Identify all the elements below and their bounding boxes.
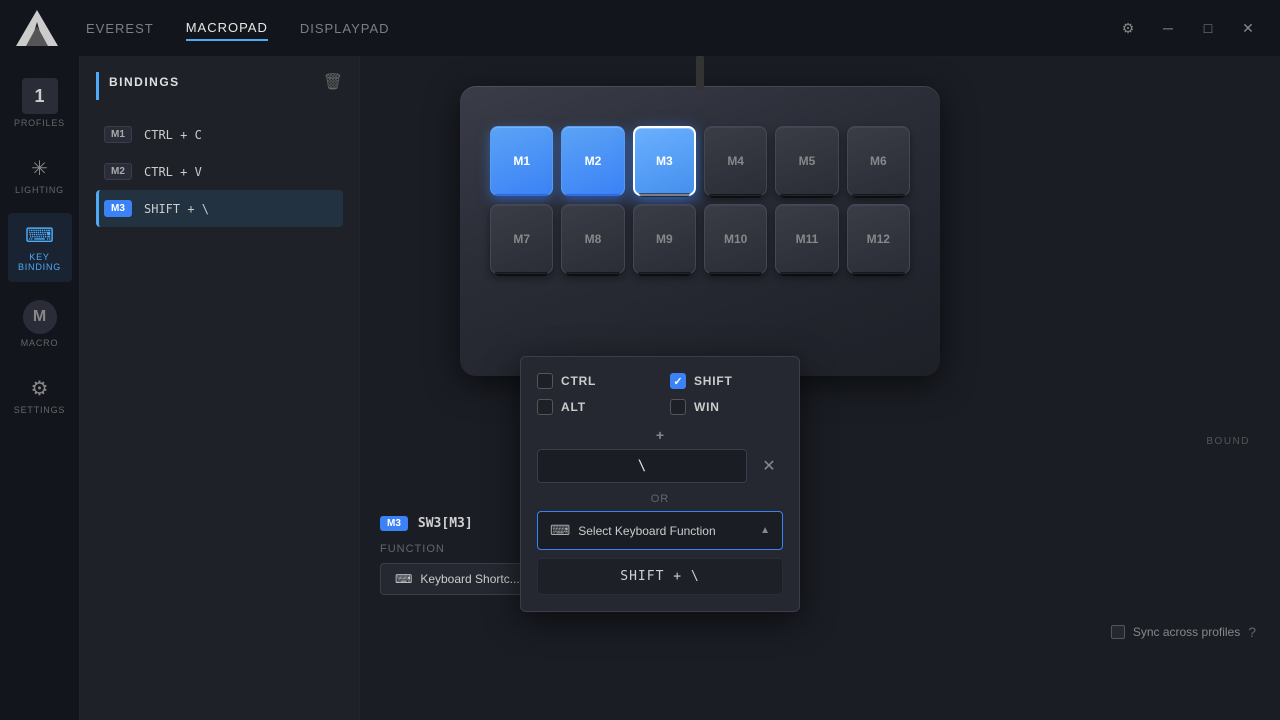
macro-key-m1[interactable]: M1	[490, 126, 553, 196]
nav-macropad[interactable]: MACROPAD	[186, 16, 268, 41]
macro-key-m6[interactable]: M6	[847, 126, 910, 196]
macro-key-m9[interactable]: M9	[633, 204, 696, 274]
select-keyboard-button[interactable]: ⌨ Select Keyboard Function ▲	[537, 511, 783, 550]
main-layout: 1 PROFILES ✳ LIGHTING ⌨ KEY BINDING M MA…	[0, 56, 1280, 720]
binding-item-m2[interactable]: M2 CTRL + V	[96, 153, 343, 190]
sidebar-label-key-binding: KEY BINDING	[14, 252, 66, 272]
sidebar: 1 PROFILES ✳ LIGHTING ⌨ KEY BINDING M MA…	[0, 56, 80, 720]
macro-key-m5[interactable]: M5	[775, 126, 838, 196]
sidebar-label-settings: SETTINGS	[14, 405, 65, 415]
bound-label: BOUND	[1206, 436, 1250, 447]
binding-value-m1: CTRL + C	[144, 128, 202, 142]
sidebar-label-macro: MACRO	[21, 338, 59, 348]
titlebar-nav: EVEREST MACROPAD DISPLAYPAD	[86, 16, 1112, 41]
sidebar-item-lighting[interactable]: ✳ LIGHTING	[8, 146, 72, 205]
macro-key-m11[interactable]: M11	[775, 204, 838, 274]
sidebar-item-macro[interactable]: M MACRO	[8, 290, 72, 358]
macropad-body: M1 M2 M3 M4 M5 M6 M7 M8 M9 M10 M11 M12	[460, 86, 940, 376]
bindings-title: BINDINGS	[109, 75, 180, 89]
modifier-shift[interactable]: SHIFT	[670, 373, 783, 389]
win-label: WIN	[694, 400, 720, 414]
clear-key-button[interactable]: ✕	[755, 452, 783, 480]
modifier-popup: CTRL SHIFT ALT WIN +	[520, 356, 800, 612]
binding-value-m2: CTRL + V	[144, 165, 202, 179]
shift-label: SHIFT	[694, 374, 733, 388]
key-input-row: \ ✕	[537, 449, 783, 483]
nav-displaypad[interactable]: DISPLAYPAD	[300, 17, 390, 40]
key-badge: M3	[380, 516, 408, 531]
sync-label: Sync across profiles	[1133, 625, 1240, 639]
minimize-button[interactable]: ─	[1152, 12, 1184, 44]
sidebar-item-profiles[interactable]: 1 PROFILES	[8, 68, 72, 138]
binding-key-m2: M2	[104, 163, 132, 180]
plus-divider: +	[537, 427, 783, 443]
modifier-alt[interactable]: ALT	[537, 399, 650, 415]
sw-label: SW3[M3]	[418, 516, 473, 531]
titlebar: EVEREST MACROPAD DISPLAYPAD ⚙ ─ □ ✕	[0, 0, 1280, 56]
macro-key-m4[interactable]: M4	[704, 126, 767, 196]
binding-item-m1[interactable]: M1 CTRL + C	[96, 116, 343, 153]
or-divider: OR	[537, 493, 783, 505]
function-label: FUNCTION	[380, 543, 1260, 555]
window-controls: ⚙ ─ □ ✕	[1112, 12, 1264, 44]
modifier-ctrl[interactable]: CTRL	[537, 373, 650, 389]
sidebar-item-key-binding[interactable]: ⌨ KEY BINDING	[8, 213, 72, 282]
function-dropdown-icon: ⌨	[395, 572, 412, 586]
sidebar-label-lighting: LIGHTING	[15, 185, 64, 195]
modifier-row: CTRL SHIFT ALT WIN	[537, 373, 783, 415]
sync-info-icon[interactable]: ?	[1248, 624, 1256, 640]
sidebar-label-profiles: PROFILES	[14, 118, 65, 128]
ctrl-label: CTRL	[561, 374, 596, 388]
sidebar-item-settings[interactable]: ⚙ SETTINGS	[8, 366, 72, 425]
alt-checkbox[interactable]	[537, 399, 553, 415]
profile-number: 1	[22, 78, 58, 114]
win-checkbox[interactable]	[670, 399, 686, 415]
binding-key-m3: M3	[104, 200, 132, 217]
settings-button[interactable]: ⚙	[1112, 12, 1144, 44]
lighting-icon: ✳	[31, 156, 48, 181]
bottom-panel: M3 SW3[M3] FUNCTION ⌨ Keyboard Shortc...…	[360, 500, 1280, 720]
sync-checkbox[interactable]	[1111, 625, 1125, 639]
maximize-button[interactable]: □	[1192, 12, 1224, 44]
keyboard-function-icon: ⌨	[550, 522, 570, 539]
bindings-header: BINDINGS 🗑	[96, 72, 343, 100]
close-button[interactable]: ✕	[1232, 12, 1264, 44]
macro-key-m7[interactable]: M7	[490, 204, 553, 274]
bindings-panel: BINDINGS 🗑 M1 CTRL + C M2 CTRL + V M3 SH…	[80, 56, 360, 720]
keyboard-dropdown-arrow: ▲	[760, 525, 770, 536]
content-area: M1 M2 M3 M4 M5 M6 M7 M8 M9 M10 M11 M12 B…	[360, 56, 1280, 720]
modifier-win[interactable]: WIN	[670, 399, 783, 415]
settings-icon: ⚙	[31, 376, 49, 401]
macro-key-m12[interactable]: M12	[847, 204, 910, 274]
sync-row: Sync across profiles ?	[1111, 624, 1256, 640]
macro-key-m8[interactable]: M8	[561, 204, 624, 274]
macro-icon: M	[23, 300, 57, 334]
key-info-row: M3 SW3[M3]	[380, 516, 1260, 531]
macro-key-m10[interactable]: M10	[704, 204, 767, 274]
delete-button[interactable]: 🗑	[323, 72, 343, 92]
result-display: SHIFT + \	[537, 558, 783, 595]
nav-everest[interactable]: EVEREST	[86, 17, 154, 40]
keyboard-icon: ⌨	[25, 223, 54, 248]
key-input-field[interactable]: \	[537, 449, 747, 483]
shift-checkbox[interactable]	[670, 373, 686, 389]
macro-key-m3[interactable]: M3	[633, 126, 696, 196]
binding-item-m3[interactable]: M3 SHIFT + \	[96, 190, 343, 227]
select-keyboard-label: Select Keyboard Function	[578, 524, 752, 538]
ctrl-checkbox[interactable]	[537, 373, 553, 389]
macro-key-m2[interactable]: M2	[561, 126, 624, 196]
key-grid: M1 M2 M3 M4 M5 M6 M7 M8 M9 M10 M11 M12	[480, 116, 920, 284]
binding-key-m1: M1	[104, 126, 132, 143]
function-dropdown-value: Keyboard Shortc...	[420, 572, 519, 586]
alt-label: ALT	[561, 400, 586, 414]
app-logo	[16, 8, 66, 48]
binding-value-m3: SHIFT + \	[144, 202, 209, 216]
